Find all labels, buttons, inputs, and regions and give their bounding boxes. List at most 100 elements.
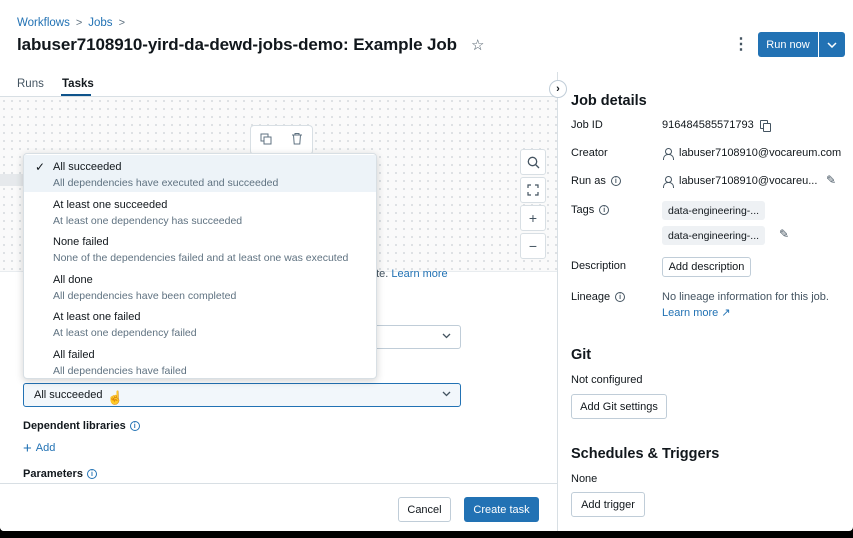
dropdown-option-none-failed[interactable]: None failed None of the dependencies fai… bbox=[24, 230, 376, 267]
option-description: All dependencies have executed and succe… bbox=[53, 177, 279, 189]
plus-icon: + bbox=[23, 439, 32, 457]
option-label: All succeeded bbox=[53, 161, 122, 173]
info-icon[interactable]: i bbox=[599, 205, 610, 215]
description-label: Description bbox=[571, 260, 627, 272]
dropdown-option-all-done[interactable]: All done All dependencies have been comp… bbox=[24, 268, 376, 305]
hand-cursor-icon: ☝ bbox=[107, 390, 124, 405]
option-label: At least one succeeded bbox=[53, 199, 168, 211]
schedules-heading: Schedules & Triggers bbox=[571, 446, 720, 462]
chevron-down-icon bbox=[442, 331, 451, 341]
option-label: None failed bbox=[53, 236, 109, 248]
lineage-learn-more-link[interactable]: Learn more ↗ bbox=[662, 306, 731, 319]
parameters-text: Parameters bbox=[23, 468, 83, 480]
git-heading: Git bbox=[571, 347, 592, 363]
user-icon bbox=[662, 147, 674, 160]
edit-pencil-icon[interactable]: ✎ bbox=[826, 173, 836, 187]
parameters-label: Parameters i bbox=[23, 468, 97, 480]
dependent-libraries-label: Dependent libraries i bbox=[23, 420, 140, 432]
page-title: labuser7108910-yird-da-dewd-jobs-demo: E… bbox=[17, 35, 457, 54]
breadcrumb-jobs[interactable]: Jobs bbox=[88, 17, 112, 29]
form-footer: Cancel Create task bbox=[0, 483, 557, 531]
git-status: Not configured bbox=[571, 374, 643, 386]
run-as-text-label: Run as bbox=[571, 175, 606, 187]
add-library-link[interactable]: + Add bbox=[23, 439, 56, 457]
run-now-button-group: Run now bbox=[758, 32, 845, 57]
info-icon[interactable]: i bbox=[615, 292, 626, 302]
copy-icon[interactable] bbox=[260, 133, 272, 148]
run-as-value: labuser7108910@vocareu... bbox=[662, 175, 818, 188]
task-node-stub[interactable] bbox=[0, 174, 24, 186]
tag-chip[interactable]: data-engineering-... bbox=[662, 201, 766, 220]
star-icon[interactable]: ☆ bbox=[471, 36, 484, 54]
breadcrumb: Workflows > Jobs > bbox=[17, 17, 125, 29]
add-trigger-button[interactable]: Add trigger bbox=[571, 492, 645, 517]
learn-more-line: ute. Learn more bbox=[370, 268, 448, 280]
breadcrumb-workflows[interactable]: Workflows bbox=[17, 17, 70, 29]
trash-icon[interactable] bbox=[291, 132, 303, 148]
job-id-label: Job ID bbox=[571, 119, 603, 131]
cluster-select[interactable] bbox=[374, 325, 461, 349]
edit-pencil-icon[interactable]: ✎ bbox=[779, 227, 789, 241]
lineage-learn-more-label: Learn more bbox=[662, 307, 719, 319]
option-label: At least one failed bbox=[53, 311, 141, 323]
checkmark-icon: ✓ bbox=[35, 160, 46, 174]
tags-text-label: Tags bbox=[571, 204, 595, 216]
lineage-text: No lineage information for this job. bbox=[662, 291, 829, 303]
info-icon[interactable]: i bbox=[610, 176, 621, 186]
run-as-text: labuser7108910@vocareu... bbox=[679, 175, 818, 187]
learn-more-link[interactable]: Learn more bbox=[391, 268, 447, 280]
create-task-button[interactable]: Create task bbox=[464, 497, 539, 522]
run-if-select[interactable]: All succeeded bbox=[23, 383, 461, 407]
info-icon[interactable]: i bbox=[86, 469, 97, 479]
search-icon[interactable] bbox=[520, 149, 546, 175]
option-label: All done bbox=[53, 274, 93, 286]
chevron-right-icon[interactable]: › bbox=[549, 80, 567, 98]
lineage-label: Lineage i bbox=[571, 291, 626, 303]
panel-divider bbox=[557, 72, 558, 531]
more-options-icon[interactable]: ⋮ bbox=[733, 34, 749, 54]
lineage-text-label: Lineage bbox=[571, 291, 611, 303]
tags-label: Tags i bbox=[571, 204, 610, 216]
tab-tasks[interactable]: Tasks bbox=[62, 78, 94, 90]
creator-text: labuser7108910@vocareum.com bbox=[679, 147, 842, 159]
cancel-button[interactable]: Cancel bbox=[398, 497, 451, 522]
chevron-down-icon[interactable] bbox=[819, 32, 845, 57]
zoom-in-icon[interactable]: + bbox=[520, 205, 546, 231]
active-tab-indicator bbox=[61, 94, 91, 96]
dropdown-option-all-succeeded[interactable]: ✓ All succeeded All dependencies have ex… bbox=[24, 155, 376, 192]
job-id-text: 916484585571793 bbox=[662, 119, 754, 131]
fit-view-icon[interactable] bbox=[520, 177, 546, 203]
copy-icon[interactable] bbox=[759, 119, 771, 132]
add-git-settings-button[interactable]: Add Git settings bbox=[571, 394, 667, 419]
chevron-right-icon: > bbox=[118, 17, 125, 29]
add-library-label: Add bbox=[35, 442, 56, 454]
option-description: At least one dependency has succeeded bbox=[53, 215, 243, 227]
job-details-heading: Job details bbox=[571, 93, 647, 109]
option-description: At least one dependency failed bbox=[53, 327, 197, 339]
app-window: Workflows > Jobs > labuser7108910-yird-d… bbox=[0, 0, 853, 531]
run-if-dropdown-menu: ✓ All succeeded All dependencies have ex… bbox=[23, 153, 377, 379]
node-toolbar bbox=[250, 125, 313, 155]
tab-runs[interactable]: Runs bbox=[17, 78, 44, 90]
chevron-right-icon: > bbox=[75, 17, 83, 29]
dropdown-option-at-least-one-succeeded[interactable]: At least one succeeded At least one depe… bbox=[24, 193, 376, 230]
user-icon bbox=[662, 175, 674, 188]
job-id-value: 916484585571793 bbox=[662, 119, 771, 132]
tag-chip[interactable]: data-engineering-... bbox=[662, 226, 766, 245]
dropdown-option-all-failed[interactable]: All failed All dependencies have failed bbox=[24, 343, 376, 378]
option-description: None of the dependencies failed and at l… bbox=[53, 252, 349, 264]
dropdown-option-at-least-one-failed[interactable]: At least one failed At least one depende… bbox=[24, 305, 376, 342]
run-now-button[interactable]: Run now bbox=[758, 32, 819, 57]
creator-value: labuser7108910@vocareum.com bbox=[662, 147, 842, 160]
zoom-out-icon[interactable]: − bbox=[520, 233, 546, 259]
run-as-label: Run as i bbox=[571, 175, 621, 187]
info-icon[interactable]: i bbox=[129, 421, 140, 431]
dependent-libraries-text: Dependent libraries bbox=[23, 420, 126, 432]
creator-label: Creator bbox=[571, 147, 608, 159]
add-description-button[interactable]: Add description bbox=[662, 257, 751, 277]
option-label: All failed bbox=[53, 349, 95, 361]
run-if-value: All succeeded bbox=[34, 389, 103, 401]
option-description: All dependencies have been completed bbox=[53, 290, 237, 302]
chevron-down-icon bbox=[442, 389, 451, 399]
tab-bar: Runs Tasks bbox=[0, 72, 557, 97]
